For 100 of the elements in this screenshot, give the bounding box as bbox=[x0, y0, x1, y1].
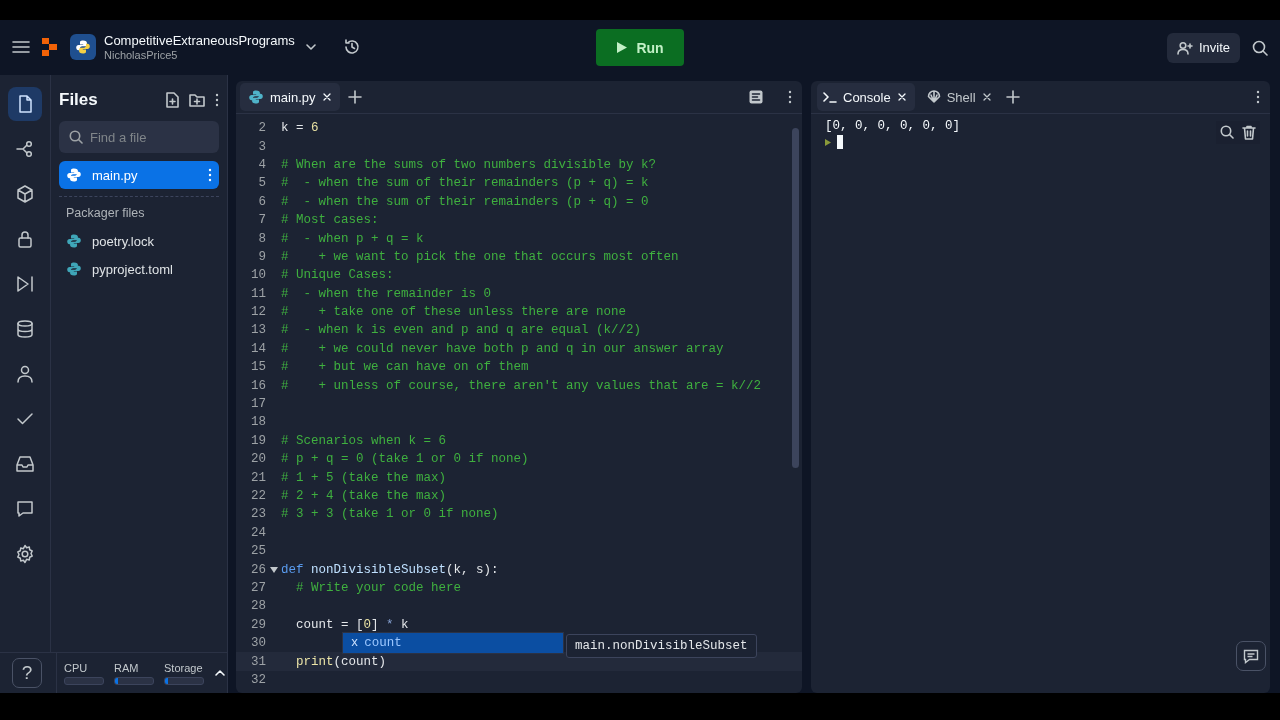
code-line: def nonDivisibleSubset(k, s): bbox=[281, 562, 499, 577]
code-line: # + unless of course, there aren't any values that are = k//2 bbox=[281, 378, 762, 393]
line-number: 22 bbox=[250, 489, 266, 503]
line-number: 21 bbox=[250, 470, 266, 485]
shell-icon bbox=[926, 90, 941, 104]
line-number: 27 bbox=[250, 580, 266, 595]
line-number: 8 bbox=[257, 231, 266, 246]
line-number: 7 bbox=[257, 213, 266, 228]
line-number: 30 bbox=[250, 636, 266, 651]
python-icon bbox=[248, 89, 264, 105]
code-line: # - when the remainder is 0 bbox=[281, 286, 492, 301]
search-field[interactable]: Find a file bbox=[59, 121, 219, 153]
python-icon bbox=[66, 167, 82, 183]
chat-button[interactable] bbox=[1236, 641, 1266, 671]
add-user-icon bbox=[1176, 40, 1193, 55]
scrollbar[interactable] bbox=[792, 128, 799, 468]
plus-icon[interactable] bbox=[1005, 90, 1020, 104]
console-tab[interactable]: Shell bbox=[920, 83, 1000, 111]
run-button[interactable]: Run bbox=[596, 29, 684, 66]
file-item[interactable]: pyproject.toml bbox=[59, 255, 219, 283]
resource-meter[interactable] bbox=[164, 676, 204, 685]
code-line: # + take one of these unless there are none bbox=[281, 305, 627, 320]
code-line: # + we want to pick the one that occurs most often bbox=[281, 249, 679, 264]
resource-label: RAM bbox=[114, 661, 140, 674]
close-icon[interactable] bbox=[981, 92, 992, 102]
code-line: # 1 + 5 (take the max) bbox=[281, 470, 447, 485]
line-number: 19 bbox=[250, 433, 266, 448]
plus-icon[interactable] bbox=[347, 90, 362, 104]
layout-icon[interactable] bbox=[748, 89, 764, 105]
line-number: 31 bbox=[250, 654, 266, 669]
trash-icon[interactable] bbox=[1242, 125, 1256, 140]
code-line: # Unique Cases: bbox=[281, 268, 394, 283]
project-avatar[interactable] bbox=[70, 34, 96, 61]
console-tab[interactable]: Console bbox=[817, 83, 915, 111]
new-file-icon[interactable] bbox=[165, 92, 179, 108]
chevron-down-icon[interactable] bbox=[304, 43, 317, 52]
fold-caret-icon[interactable] bbox=[269, 565, 278, 574]
search-icon[interactable] bbox=[1220, 125, 1234, 139]
search-icon[interactable] bbox=[1252, 39, 1268, 56]
owner-name: NicholasPrice5 bbox=[104, 48, 179, 62]
more-icon[interactable] bbox=[215, 92, 219, 108]
line-number: 16 bbox=[250, 378, 266, 393]
code-line: k = 6 bbox=[281, 121, 319, 136]
file-item[interactable]: poetry.lock bbox=[59, 227, 219, 255]
project-name[interactable]: CompetitiveExtraneousPrograms bbox=[104, 33, 295, 49]
close-icon[interactable] bbox=[321, 92, 332, 102]
text-cursor bbox=[837, 135, 843, 149]
code-line: # - when k is even and p and q are equal (k//2) bbox=[281, 323, 642, 338]
logo-icon[interactable] bbox=[40, 37, 60, 58]
python-icon bbox=[66, 233, 82, 249]
line-number: 11 bbox=[250, 286, 266, 301]
history-icon[interactable] bbox=[342, 38, 361, 57]
resource-label: CPU bbox=[64, 661, 89, 674]
menu-icon[interactable] bbox=[12, 40, 30, 55]
file-item[interactable]: main.py bbox=[59, 161, 219, 189]
line-number: 9 bbox=[257, 249, 266, 264]
chat-icon bbox=[1243, 648, 1259, 664]
panel-title: Files bbox=[59, 90, 99, 110]
line-number: 26 bbox=[250, 562, 266, 577]
line-number: 25 bbox=[250, 544, 266, 559]
code-line: # - when the sum of their remainders (p + q) = 0 bbox=[281, 194, 649, 209]
line-number: 15 bbox=[250, 360, 266, 375]
line-number: 18 bbox=[250, 415, 266, 430]
code-line: # p + q = 0 (take 1 or 0 if none) bbox=[281, 452, 529, 467]
new-folder-icon[interactable] bbox=[189, 93, 205, 107]
resource-label: Storage bbox=[164, 661, 204, 674]
suggestion-detail: main.nonDivisibleSubset bbox=[566, 634, 757, 659]
search-icon bbox=[69, 130, 83, 144]
chevron-up-icon[interactable] bbox=[214, 669, 226, 677]
line-number: 12 bbox=[250, 305, 266, 320]
code-line: # + but we can have on of them bbox=[281, 360, 529, 375]
line-number: 24 bbox=[250, 525, 266, 540]
line-number: 32 bbox=[250, 672, 266, 687]
file-tab[interactable]: main.py bbox=[240, 83, 340, 111]
more-icon[interactable] bbox=[1256, 89, 1260, 105]
more-icon[interactable] bbox=[788, 89, 792, 105]
files-icon[interactable] bbox=[8, 87, 42, 121]
line-number: 4 bbox=[257, 157, 266, 172]
help-button[interactable]: ? bbox=[12, 658, 42, 688]
code-line: # When are the sums of two numbers divisible by k? bbox=[281, 157, 657, 172]
line-number: 23 bbox=[250, 507, 266, 522]
resource-meter[interactable] bbox=[114, 676, 154, 685]
play-icon bbox=[616, 41, 629, 54]
code-line: # - when p + q = k bbox=[281, 231, 424, 246]
line-number: 6 bbox=[257, 194, 266, 209]
invite-button[interactable]: Invite bbox=[1166, 32, 1240, 63]
code-line: # 2 + 4 (take the max) bbox=[281, 489, 447, 503]
terminal-icon bbox=[823, 91, 837, 103]
prompt-icon bbox=[825, 138, 831, 146]
close-icon[interactable] bbox=[896, 92, 907, 102]
line-number: 29 bbox=[250, 617, 266, 632]
code-line: # + we could never have both p and q in our answer array bbox=[281, 341, 724, 356]
more-icon[interactable] bbox=[208, 167, 212, 183]
section-title: Packager files bbox=[66, 206, 146, 220]
code-line: print(count) bbox=[295, 654, 387, 669]
line-number: 10 bbox=[250, 268, 266, 283]
suggestion-item[interactable]: x count bbox=[343, 633, 563, 654]
line-number: 20 bbox=[250, 452, 266, 467]
line-number: 3 bbox=[257, 139, 266, 154]
code-line: # Most cases: bbox=[281, 213, 379, 228]
